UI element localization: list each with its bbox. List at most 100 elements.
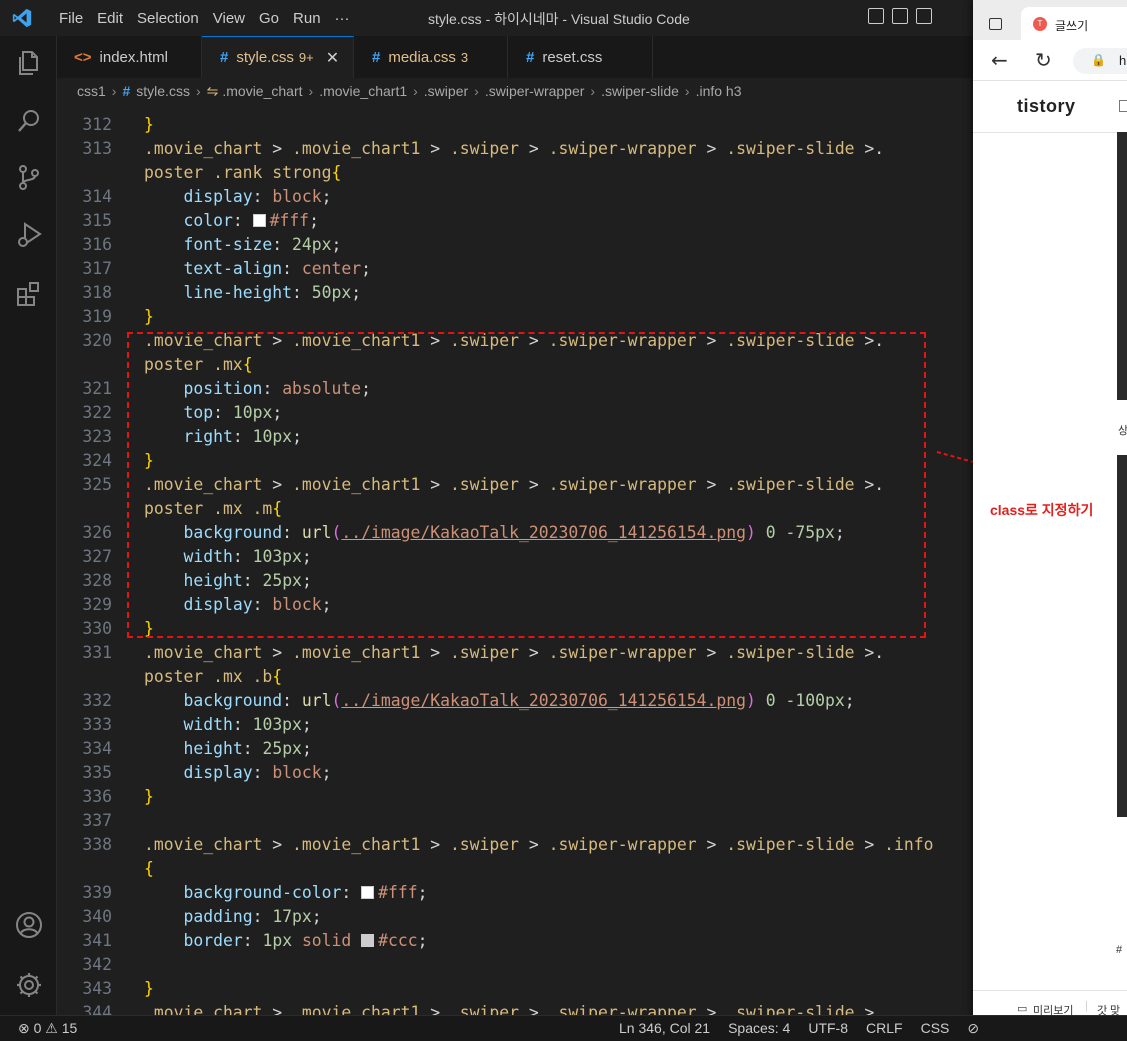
code-token: .swiper: [449, 1003, 520, 1015]
code-line[interactable]: 334 height: 25px;: [57, 737, 973, 761]
code-token: >: [854, 835, 885, 854]
code-line[interactable]: 312}: [57, 113, 973, 137]
code-token: }: [144, 979, 154, 998]
tab-actions-icon[interactable]: [989, 18, 1002, 30]
code-token: .swiper-slide: [726, 835, 855, 854]
code-token: >: [696, 139, 727, 158]
code-line[interactable]: 342: [57, 953, 973, 977]
code-line[interactable]: 341 border: 1px solid #ccc;: [57, 929, 973, 953]
no-notifications-icon[interactable]: ⊘: [967, 1020, 979, 1037]
language-mode[interactable]: CSS: [921, 1020, 950, 1037]
breadcrumb-selector[interactable]: .movie_chart1: [319, 83, 407, 99]
toggle-sidebar-icon[interactable]: [868, 8, 884, 24]
line-number: 323: [82, 427, 112, 446]
code-line[interactable]: poster .mx .b{: [57, 665, 973, 689]
code-token: 103px: [252, 715, 302, 734]
back-arrow-icon[interactable]: ←: [991, 48, 1008, 72]
code-line[interactable]: 318 line-height: 50px;: [57, 281, 973, 305]
breadcrumb-selector[interactable]: .swiper: [424, 83, 468, 99]
menu-selection[interactable]: Selection: [130, 10, 206, 27]
breadcrumb-file[interactable]: style.css: [136, 83, 190, 99]
line-number: 335: [82, 763, 112, 782]
tab-index-html[interactable]: <> index.html: [57, 36, 202, 78]
explorer-icon[interactable]: [14, 48, 44, 78]
code-text: font-size: 24px;: [144, 233, 341, 257]
code-token: .swiper-wrapper: [548, 643, 697, 662]
code-token: ): [746, 691, 756, 710]
tab-label: style.css: [236, 49, 294, 66]
breadcrumb-selector[interactable]: .info h3: [696, 83, 742, 99]
problems-indicator[interactable]: ⊗ 0 ⚠ 15: [18, 1020, 77, 1037]
color-swatch[interactable]: [361, 886, 375, 899]
indentation[interactable]: Spaces: 4: [728, 1020, 790, 1037]
menu-file[interactable]: File: [52, 10, 90, 27]
code-line[interactable]: 344 .movie_chart > .movie_chart1 > .swipe…: [57, 1001, 973, 1015]
cursor-position[interactable]: Ln 346, Col 21: [619, 1020, 710, 1037]
breadcrumb-selector[interactable]: .swiper-slide: [601, 83, 679, 99]
code-line[interactable]: 338 .movie_chart > .movie_chart1 > .swipe…: [57, 833, 973, 857]
css-file-icon: #: [526, 48, 535, 66]
toggle-panel-icon[interactable]: [892, 8, 908, 24]
color-swatch[interactable]: [252, 214, 266, 227]
code-line[interactable]: 314 display: block;: [57, 185, 973, 209]
code-token: 17px: [272, 907, 312, 926]
encoding[interactable]: UTF-8: [808, 1020, 848, 1037]
settings-gear-icon[interactable]: [14, 970, 44, 1000]
image-icon[interactable]: [1119, 100, 1127, 112]
code-line[interactable]: 336}: [57, 785, 973, 809]
code-token: :: [282, 259, 302, 278]
search-icon[interactable]: [14, 106, 44, 136]
code-line[interactable]: 332 background: url(../image/KakaoTalk_2…: [57, 689, 973, 713]
css-file-icon: #: [122, 83, 131, 99]
extensions-icon[interactable]: [14, 279, 44, 309]
code-line[interactable]: 319}: [57, 305, 973, 329]
toggle-secondary-sidebar-icon[interactable]: [916, 8, 932, 24]
menu-go[interactable]: Go: [252, 10, 286, 27]
close-tab-icon[interactable]: ✕: [326, 48, 339, 68]
code-text: poster .mx .b{: [144, 665, 282, 689]
code-line[interactable]: 337: [57, 809, 973, 833]
code-text: text-align: center;: [144, 257, 371, 281]
code-line[interactable]: 339 background-color: #fff;: [57, 881, 973, 905]
breadcrumb-folder[interactable]: css1: [77, 83, 106, 99]
menu-run[interactable]: Run: [286, 10, 328, 27]
breadcrumb-selector[interactable]: .swiper-wrapper: [485, 83, 585, 99]
tistory-logo[interactable]: tistory: [1017, 96, 1076, 117]
code-line[interactable]: 315 color: #fff;: [57, 209, 973, 233]
line-number: 329: [82, 595, 112, 614]
code-line[interactable]: 340 padding: 17px;: [57, 905, 973, 929]
code-token: :: [232, 211, 253, 230]
line-number: 339: [82, 883, 112, 902]
code-line[interactable]: 313 .movie_chart > .movie_chart1 > .swipe…: [57, 137, 973, 161]
source-control-icon[interactable]: [14, 162, 44, 192]
code-token: font-size: [183, 235, 273, 254]
code-line[interactable]: 316 font-size: 24px;: [57, 233, 973, 257]
breadcrumb-selector[interactable]: .movie_chart: [222, 83, 302, 99]
address-bar[interactable]: 🔒 h: [1073, 48, 1127, 74]
run-debug-icon[interactable]: [14, 220, 44, 250]
code-token: .swiper-wrapper: [548, 835, 697, 854]
code-line[interactable]: 343}: [57, 977, 973, 1001]
menu-edit[interactable]: Edit: [90, 10, 130, 27]
code-line[interactable]: 335 display: block;: [57, 761, 973, 785]
tab-style-css[interactable]: # style.css 9+ ✕: [202, 36, 354, 78]
code-line[interactable]: {: [57, 857, 973, 881]
line-ending[interactable]: CRLF: [866, 1020, 903, 1037]
account-icon[interactable]: [14, 910, 44, 940]
menu-more[interactable]: ···: [328, 10, 357, 27]
color-swatch[interactable]: [361, 934, 375, 947]
line-number: 344: [82, 1003, 112, 1015]
code-token: display: [183, 187, 253, 206]
code-line[interactable]: 317 text-align: center;: [57, 257, 973, 281]
reload-icon[interactable]: ↻: [1035, 48, 1052, 72]
tab-media-css[interactable]: # media.css 3: [354, 36, 508, 78]
tab-reset-css[interactable]: # reset.css: [508, 36, 653, 78]
browser-tab[interactable]: T 글쓰기: [1021, 7, 1127, 40]
code-token: (: [331, 691, 342, 710]
code-line[interactable]: 333 width: 103px;: [57, 713, 973, 737]
code-line[interactable]: 331 .movie_chart > .movie_chart1 > .swipe…: [57, 641, 973, 665]
menu-view[interactable]: View: [206, 10, 252, 27]
code-line[interactable]: poster .rank strong{: [57, 161, 973, 185]
